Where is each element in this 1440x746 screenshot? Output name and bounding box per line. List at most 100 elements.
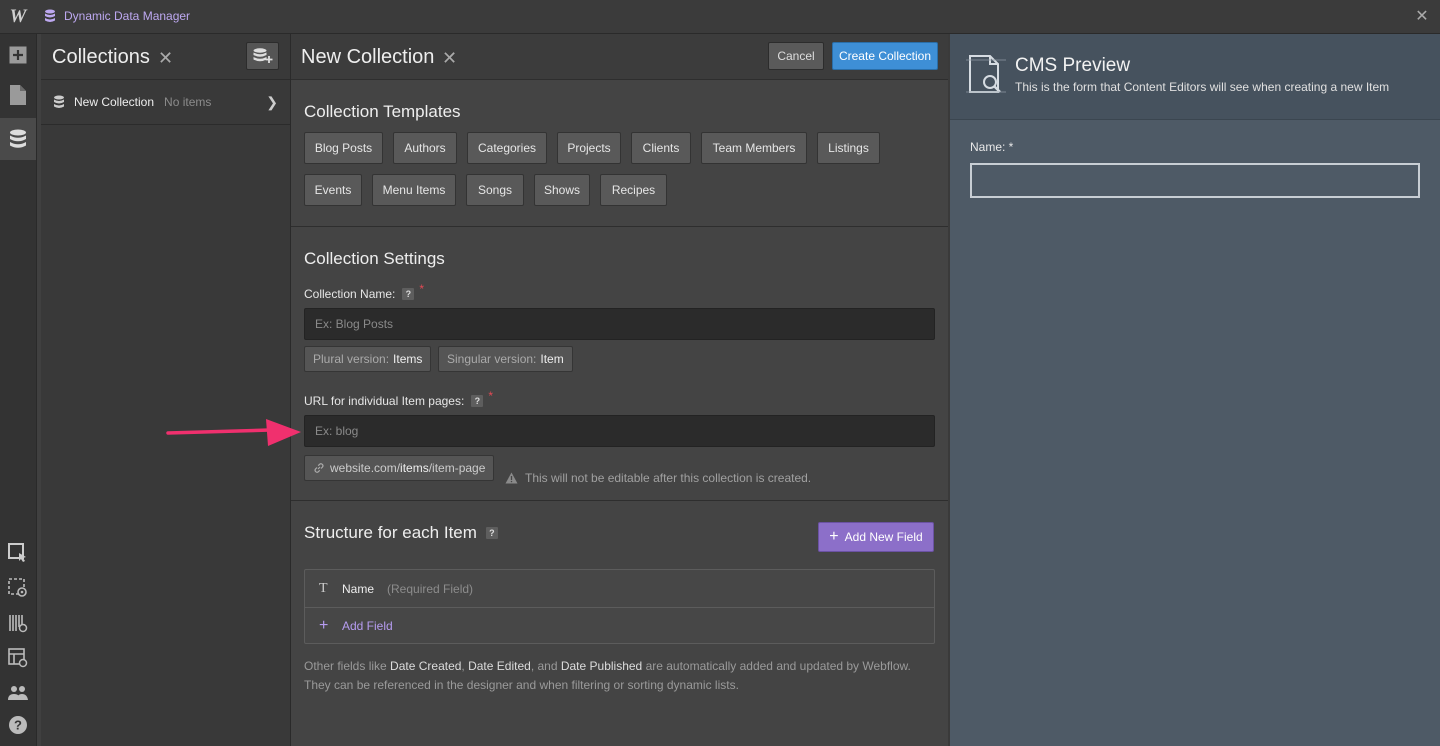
close-icon[interactable]: ✕	[442, 48, 457, 69]
template-authors[interactable]: Authors	[393, 132, 457, 164]
plus-icon: +	[319, 617, 329, 634]
svg-text:?: ?	[14, 718, 22, 733]
preview-title: CMS Preview	[1015, 55, 1131, 76]
template-events[interactable]: Events	[304, 174, 362, 206]
collections-panel: Collections ✕ New Collection No items ❯	[41, 34, 291, 746]
singular-label: Singular version:	[447, 352, 537, 366]
note-text: They can be referenced in the designer a…	[304, 678, 739, 692]
template-categories[interactable]: Categories	[467, 132, 547, 164]
cancel-button[interactable]: Cancel	[768, 42, 824, 70]
new-collection-panel: New Collection ✕ Cancel Create Collectio…	[291, 34, 948, 746]
url-suffix: /item-page	[428, 461, 486, 475]
app-title: Dynamic Data Manager	[44, 9, 190, 23]
add-database-icon	[253, 48, 272, 63]
help-icon[interactable]: ?	[0, 704, 36, 746]
chevron-right-icon: ❯	[266, 94, 278, 110]
plural-version-field[interactable]: Plural version: Items	[304, 346, 432, 372]
field-name: Name	[342, 581, 375, 596]
url-label: URL for individual Item pages: ? *	[304, 389, 495, 408]
collection-name-input[interactable]	[304, 308, 935, 340]
plus-icon: +	[829, 528, 839, 545]
url-label-text: URL for individual Item pages:	[304, 394, 465, 408]
left-rail: ?	[0, 34, 37, 746]
add-collection-button[interactable]	[246, 42, 279, 70]
cms-preview-panel: CMS Preview This is the form that Conten…	[948, 34, 1440, 746]
preview-subtitle: This is the form that Content Editors wi…	[1015, 80, 1390, 94]
collection-name-label-text: Collection Name:	[304, 287, 396, 301]
collections-title: Collections	[52, 46, 150, 68]
url-slug-input[interactable]	[304, 415, 935, 447]
note-date-published: Date Published	[560, 659, 643, 673]
template-projects[interactable]: Projects	[557, 132, 621, 164]
warning-icon	[505, 472, 518, 484]
help-icon[interactable]: ?	[402, 288, 415, 300]
note-text: Other fields like	[304, 659, 391, 673]
templates-section: Collection Templates Blog Posts Authors …	[291, 80, 948, 227]
add-new-field-button[interactable]: + Add New Field	[818, 522, 934, 552]
main-header: New Collection ✕ Cancel Create Collectio…	[291, 34, 948, 80]
template-shows[interactable]: Shows	[534, 174, 590, 206]
template-songs[interactable]: Songs	[466, 174, 524, 206]
template-menu-items[interactable]: Menu Items	[372, 174, 456, 206]
document-search-icon	[966, 55, 1006, 93]
structure-title: Structure for each Item ?	[304, 523, 498, 543]
add-icon[interactable]	[0, 34, 36, 76]
url-warning: This will not be editable after this col…	[505, 471, 811, 485]
structure-section: Structure for each Item ? + Add New Fiel…	[291, 501, 948, 746]
pages-icon[interactable]	[0, 74, 36, 116]
url-bold: items	[400, 461, 429, 475]
note-date-created: Date Created	[390, 659, 462, 673]
collection-item-count: No items	[164, 95, 212, 109]
database-icon	[54, 95, 64, 108]
help-icon[interactable]: ?	[471, 395, 484, 407]
database-icon	[45, 9, 55, 22]
settings-section: Collection Settings Collection Name: ? *…	[291, 227, 948, 501]
panel-title: New Collection	[301, 46, 435, 68]
required-indicator: *	[488, 389, 493, 403]
preview-name-label: Name: *	[970, 140, 1014, 154]
app-title-label: Dynamic Data Manager	[64, 9, 191, 23]
close-icon[interactable]: ✕	[1412, 7, 1432, 27]
create-collection-button[interactable]: Create Collection	[832, 42, 938, 70]
preview-name-input	[970, 163, 1420, 198]
note-text: are automatically added and updated by W…	[642, 659, 911, 673]
field-row-name[interactable]: T Name (Required Field)	[305, 570, 934, 607]
field-required-note: (Required Field)	[387, 581, 474, 596]
note-text: , and	[530, 659, 561, 673]
templates-title: Collection Templates	[304, 102, 461, 121]
template-clients[interactable]: Clients	[631, 132, 691, 164]
url-prefix: website.com/	[330, 461, 401, 475]
database-icon[interactable]	[0, 118, 36, 160]
add-field-row[interactable]: + Add Field	[305, 607, 934, 644]
collection-item[interactable]: New Collection No items ❯	[41, 80, 290, 125]
template-recipes[interactable]: Recipes	[600, 174, 667, 206]
help-icon[interactable]: ?	[485, 527, 498, 539]
fields-list: T Name (Required Field) + Add Field	[304, 569, 935, 644]
webflow-logo[interactable]: W	[0, 0, 36, 34]
singular-version-field[interactable]: Singular version: Item	[438, 346, 573, 372]
auto-fields-note: Other fields like Date Created, Date Edi…	[304, 657, 935, 695]
text-field-icon: T	[319, 580, 328, 596]
plural-label: Plural version:	[313, 352, 390, 366]
required-indicator: *	[419, 282, 425, 296]
close-icon[interactable]: ✕	[158, 48, 173, 69]
preview-header: CMS Preview This is the form that Conten…	[950, 34, 1440, 120]
annotation-arrow-icon	[166, 419, 301, 446]
structure-title-text: Structure for each Item	[304, 523, 477, 542]
note-date-edited: Date Edited	[468, 659, 531, 673]
link-icon	[314, 463, 324, 473]
singular-value: Item	[540, 352, 564, 366]
template-team-members[interactable]: Team Members	[701, 132, 807, 164]
collections-header: Collections ✕	[41, 34, 290, 80]
settings-title: Collection Settings	[304, 249, 445, 268]
template-blog-posts[interactable]: Blog Posts	[304, 132, 383, 164]
add-new-field-label: Add New Field	[844, 530, 923, 544]
add-field-label: Add Field	[342, 619, 393, 633]
url-preview-chip: website.com/items/item-page	[304, 455, 495, 481]
top-bar: W Dynamic Data Manager ✕	[0, 0, 1440, 34]
url-warning-text: This will not be editable after this col…	[525, 471, 812, 485]
template-listings[interactable]: Listings	[817, 132, 880, 164]
collection-item-name: New Collection	[74, 95, 155, 109]
collection-name-label: Collection Name: ? *	[304, 282, 426, 301]
plural-value: Items	[393, 352, 423, 366]
